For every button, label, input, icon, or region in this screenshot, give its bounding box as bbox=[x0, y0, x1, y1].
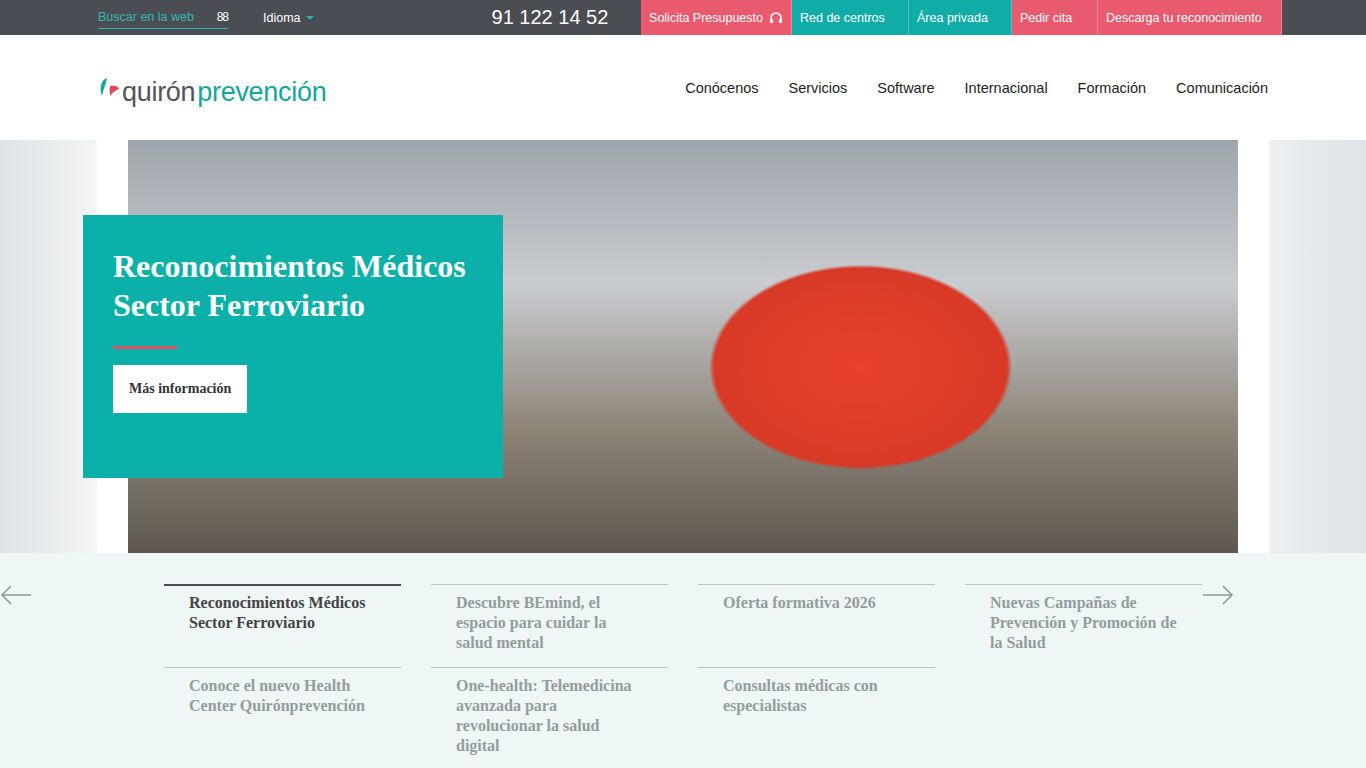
slide-item[interactable]: Oferta formativa 2026 bbox=[698, 584, 935, 667]
top-button[interactable]: Pedir cita bbox=[1012, 0, 1098, 35]
slide-item[interactable]: Consultas médicas con especialistas bbox=[698, 667, 935, 768]
nav-item[interactable]: Conócenos bbox=[685, 80, 758, 96]
hero: Reconocimientos Médicos Sector Ferroviar… bbox=[0, 140, 1366, 553]
arrow-right-icon[interactable] bbox=[1202, 584, 1234, 606]
nav-item[interactable]: Software bbox=[877, 80, 934, 96]
slide-item[interactable]: One-health: Telemedicina avanzada para r… bbox=[431, 667, 668, 768]
phone-number: 91 122 14 52 bbox=[492, 0, 609, 35]
top-button[interactable]: Área privada bbox=[909, 0, 1012, 35]
arrow-left-icon[interactable] bbox=[0, 584, 32, 606]
hero-card: Reconocimientos Médicos Sector Ferroviar… bbox=[83, 215, 503, 478]
search-field[interactable]: Buscar en la web 88 bbox=[98, 6, 228, 29]
nav-item[interactable]: Formación bbox=[1078, 80, 1147, 96]
search-icon[interactable]: 88 bbox=[217, 10, 228, 24]
logo[interactable]: quirónprevención bbox=[98, 76, 326, 106]
nav-item[interactable]: Internacional bbox=[965, 80, 1048, 96]
more-info-button[interactable]: Más información bbox=[113, 365, 247, 413]
search-placeholder: Buscar en la web bbox=[98, 10, 194, 24]
headset-icon bbox=[769, 11, 783, 25]
logo-mark-icon bbox=[98, 76, 120, 106]
nav-item[interactable]: Servicios bbox=[789, 80, 848, 96]
header: quirónprevención Conócenos Servicios Softwa… bbox=[0, 35, 1366, 140]
top-button[interactable]: Red de centros bbox=[792, 0, 909, 35]
nav-item[interactable]: Comunicación bbox=[1176, 80, 1268, 96]
logo-text-2: prevención bbox=[197, 79, 326, 106]
caret-icon bbox=[306, 16, 314, 20]
top-button[interactable]: Descarga tu reconocimiento bbox=[1098, 0, 1282, 35]
slide-selector: Reconocimientos Médicos Sector Ferroviar… bbox=[0, 553, 1366, 768]
main-nav: Conócenos Servicios Software Internacional F… bbox=[685, 80, 1268, 96]
slide-item[interactable]: Descubre BEmind, el espacio para cuidar … bbox=[431, 584, 668, 667]
slide-item[interactable]: Reconocimientos Médicos Sector Ferroviar… bbox=[164, 584, 401, 667]
language-selector[interactable]: Idioma bbox=[263, 0, 314, 35]
slide-item[interactable]: Conoce el nuevo Health Center Quirónprev… bbox=[164, 667, 401, 768]
slide-item[interactable]: Nuevas Campañas de Prevención y Promoció… bbox=[965, 584, 1202, 667]
slide-list: Reconocimientos Médicos Sector Ferroviar… bbox=[164, 584, 1202, 768]
hero-title: Reconocimientos Médicos Sector Ferroviar… bbox=[113, 247, 473, 324]
logo-text-1: quirón bbox=[122, 79, 195, 106]
top-buttons: Solicita PresupuestoRed de centrosÁrea p… bbox=[641, 0, 1282, 35]
hero-divider bbox=[113, 346, 177, 349]
top-bar: Buscar en la web 88 Idioma 91 122 14 52 Soli… bbox=[0, 0, 1366, 35]
top-button[interactable]: Solicita Presupuesto bbox=[641, 0, 792, 35]
